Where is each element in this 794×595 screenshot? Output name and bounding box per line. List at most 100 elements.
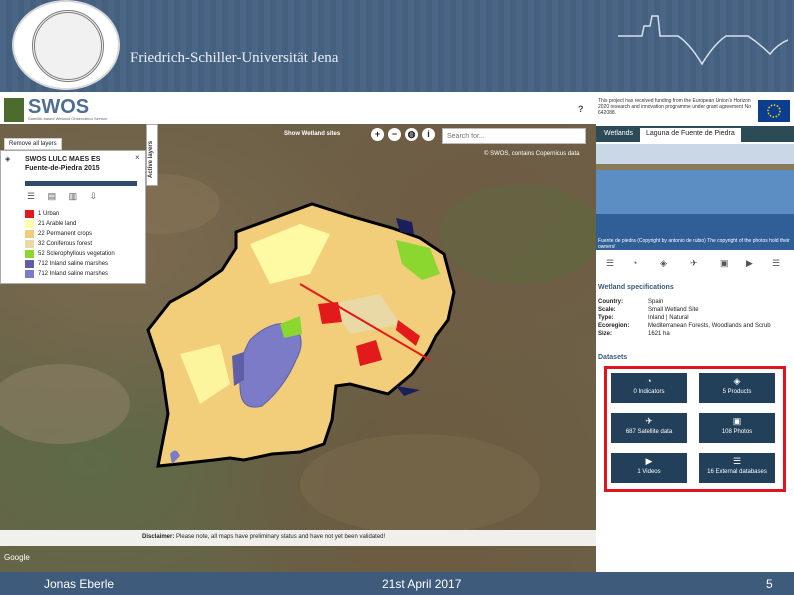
search-input[interactable] (442, 128, 586, 144)
spec-row: Ecoregion: Mediterranean Forests, Woodlan… (598, 322, 771, 330)
legend-swatch (25, 270, 34, 278)
spec-row: Scale: Small Wetland Site (598, 306, 771, 314)
spec-value: Small Wetland Site (648, 307, 699, 313)
dataset-label: 687 Satellite data (625, 429, 673, 435)
legend-panel: ◈ SWOS LULC MAES ES Fuente-de-Piedra 201… (0, 150, 146, 284)
show-wetland-sites-checkbox[interactable]: Show Wetland sites (284, 131, 340, 137)
dataset-icon: ▶ (645, 456, 653, 466)
legend-item: 21 Arable land (25, 219, 115, 229)
legend-label: 1 Urban (38, 211, 60, 217)
legend-swatch (25, 220, 34, 228)
legend-label: 21 Arable land (38, 221, 77, 227)
legend-swatch (25, 210, 34, 218)
dataset-button[interactable]: ✈ 687 Satellite data (611, 413, 687, 443)
list-icon[interactable]: ☰ (27, 191, 35, 201)
layers-icon[interactable]: ◈ (660, 258, 667, 269)
footer-author: Jonas Eberle (44, 577, 115, 591)
eu-flag-icon (758, 100, 790, 122)
spec-key: Type: (598, 315, 614, 321)
dataset-label: 0 Indicators (633, 389, 665, 395)
close-icon[interactable]: × (135, 153, 140, 162)
document-icon[interactable]: ▤ (48, 191, 57, 201)
wetland-photo (596, 144, 794, 250)
tab-site[interactable]: Laguna de Fuente de Piedra (640, 128, 741, 142)
wetland-toolbar: ☰ ◔ ◈ ✈ ▣ ▶ ☰ (596, 256, 794, 272)
photo-caption: Fuente de piedra (Copyright by antonio d… (598, 238, 790, 250)
dataset-icon: ☰ (732, 456, 742, 466)
legend-label: 32 Coniferous forest (38, 241, 93, 247)
legend-label: 712 Inland saline marshes (38, 271, 109, 277)
university-name: Friedrich-Schiller-Universität Jena (130, 50, 339, 66)
eu-funding-text: This project has received funding from t… (598, 98, 751, 116)
right-panel: This project has received funding from t… (596, 92, 794, 572)
swos-logo-subtitle: Satellite-based Wetland Observation Serv… (28, 116, 108, 121)
disclaimer-text: Please note, all maps have preliminary s… (176, 534, 386, 540)
spec-value: Inland | Natural (648, 315, 689, 321)
tab-bar: Wetlands Laguna de Fuente de Piedra (596, 126, 794, 142)
legend-label: 712 Inland saline marshes (38, 261, 109, 267)
dataset-label: 1 Videos (637, 469, 661, 475)
disclaimer-bar: Disclaimer: Please note, all maps have p… (0, 530, 596, 546)
dataset-button[interactable]: ☰ 16 External databases (699, 453, 775, 483)
collapse-icon[interactable]: ◈ (5, 155, 10, 163)
help-button[interactable]: ? (578, 104, 584, 114)
spec-key: Size: (598, 331, 613, 337)
wetland-specifications-title: Wetland specifications (598, 284, 674, 291)
remove-all-layers-button[interactable]: Remove all layers (4, 138, 62, 150)
legend-swatch (25, 230, 34, 238)
slide-footer: Jonas Eberle 21st April 2017 5 (0, 572, 794, 595)
dataset-button[interactable]: ◈ 5 Products (699, 373, 775, 403)
dataset-button[interactable]: ▣ 108 Photos (699, 413, 775, 443)
map-copyright: © SWOS, contains Copernicus data (484, 151, 580, 157)
legend-title: SWOS LULC MAES ES Fuente-de-Piedra 2015 (25, 155, 100, 173)
spec-row: Country: Spain (598, 298, 771, 306)
datasets-highlight: ◔ 0 Indicators ◈ 5 Products ✈ 687 Satellite d… (604, 366, 786, 492)
dataset-label: 108 Photos (721, 429, 753, 435)
legend-swatch (25, 240, 34, 248)
legend-item: 22 Permanent crops (25, 229, 115, 239)
legend-item: 712 Inland saline marshes (25, 259, 115, 269)
disclaimer-label: Disclaimer: (142, 534, 175, 540)
spec-value: Mediterranean Forests, Woodlands and Scr… (648, 323, 771, 329)
opacity-slider[interactable] (25, 181, 137, 186)
legend-title-line1: SWOS LULC MAES ES (25, 156, 101, 163)
university-seal-icon (12, 0, 120, 90)
dataset-icon: ◔ (646, 376, 652, 386)
pie-chart-icon[interactable]: ◔ (632, 258, 637, 268)
page-number: 5 (766, 577, 773, 591)
slide-header: Friedrich-Schiller-Universität Jena (0, 0, 794, 92)
spec-row: Size: 1621 ha (598, 330, 771, 338)
dataset-button[interactable]: ▶ 1 Videos (611, 453, 687, 483)
spec-key: Country: (598, 299, 623, 305)
download-icon[interactable]: ⇩ (90, 191, 98, 201)
spec-value: 1621 ha (648, 331, 670, 337)
dataset-icon: ◈ (733, 376, 741, 386)
app-header: SWOS Satellite-based Wetland Observation… (0, 92, 596, 124)
legend-swatch (25, 260, 34, 268)
spec-row: Type: Inland | Natural (598, 314, 771, 322)
spec-key: Scale: (598, 307, 616, 313)
jena-skyline-icon (618, 15, 788, 66)
dataset-label: 5 Products (722, 389, 752, 395)
dataset-icon: ✈ (645, 416, 653, 426)
dataset-button[interactable]: ◔ 0 Indicators (611, 373, 687, 403)
swos-logo-icon (4, 98, 24, 122)
legend-title-line2: Fuente-de-Piedra 2015 (25, 165, 100, 172)
database-icon[interactable]: ☰ (772, 258, 780, 269)
chart-icon[interactable]: ▥ (69, 191, 78, 201)
info-button[interactable]: i (422, 128, 435, 141)
video-icon[interactable]: ▶ (746, 258, 753, 269)
dataset-label: 16 External databases (707, 469, 767, 475)
wetland-specifications: Country: Spain Scale: Small Wetland Site Typ… (598, 298, 771, 338)
satellite-icon[interactable]: ✈ (690, 258, 698, 269)
legend-swatch (25, 250, 34, 258)
zoom-in-button[interactable]: + (371, 128, 384, 141)
menu-icon[interactable]: ☰ (606, 258, 614, 269)
tab-wetlands[interactable]: Wetlands (598, 128, 639, 142)
legend-item: 52 Sclerophyllous vegetation (25, 249, 115, 259)
zoom-out-button[interactable]: − (388, 128, 401, 141)
legend-toolbar: ☰ ▤ ▥ ⇩ (27, 191, 107, 202)
google-logo: Google (4, 553, 30, 562)
photo-icon[interactable]: ▣ (720, 258, 729, 269)
globe-icon[interactable]: ◍ (405, 128, 418, 141)
